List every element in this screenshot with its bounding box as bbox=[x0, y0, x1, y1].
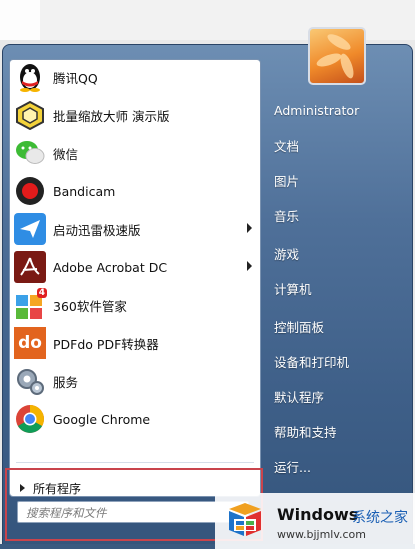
program-label: 启动迅雷极速版 bbox=[53, 222, 141, 238]
divider bbox=[16, 462, 254, 463]
user-name-link[interactable]: Administrator bbox=[274, 99, 406, 121]
desktop-corner bbox=[0, 0, 40, 40]
program-item-bandicam[interactable]: Bandicam bbox=[14, 174, 256, 208]
program-label: 批量缩放大师 演示版 bbox=[53, 108, 170, 124]
bird-icon bbox=[14, 213, 46, 245]
program-label: PDFdo PDF转换器 bbox=[53, 336, 159, 352]
badge-count: 4 bbox=[36, 288, 47, 298]
programs-pane: 腾讯QQ 批量缩放大师 演示版 微信 Bandicam 启动迅雷极速版 Adob… bbox=[9, 59, 261, 497]
acrobat-icon bbox=[14, 251, 46, 283]
record-icon bbox=[14, 175, 46, 207]
help-support-link[interactable]: 帮助和支持 bbox=[274, 420, 406, 442]
cube-icon bbox=[14, 99, 46, 131]
music-link[interactable]: 音乐 bbox=[274, 204, 406, 226]
chrome-icon bbox=[14, 403, 46, 435]
documents-link[interactable]: 文档 bbox=[274, 134, 406, 156]
program-label: 腾讯QQ bbox=[53, 70, 98, 86]
start-menu: 腾讯QQ 批量缩放大师 演示版 微信 Bandicam 启动迅雷极速版 Adob… bbox=[2, 27, 413, 549]
submenu-arrow-icon bbox=[247, 261, 252, 271]
program-item-acrobat[interactable]: Adobe Acrobat DC bbox=[14, 250, 256, 284]
watermark-title: Windows bbox=[277, 505, 359, 524]
program-label: Google Chrome bbox=[53, 411, 151, 427]
program-label: Adobe Acrobat DC bbox=[53, 259, 168, 275]
program-item-services[interactable]: 服务 bbox=[14, 364, 256, 398]
wechat-icon bbox=[14, 137, 46, 169]
gears-icon bbox=[14, 365, 46, 397]
program-item-wechat[interactable]: 微信 bbox=[14, 136, 256, 170]
all-programs-label: 所有程序 bbox=[33, 481, 82, 496]
games-link[interactable]: 游戏 bbox=[274, 242, 406, 264]
control-panel-link[interactable]: 控制面板 bbox=[274, 315, 406, 337]
expand-arrow-icon bbox=[20, 484, 25, 492]
program-item-chrome[interactable]: Google Chrome bbox=[14, 402, 256, 436]
program-item-batch-resize[interactable]: 批量缩放大师 演示版 bbox=[14, 98, 256, 132]
watermark-url: www.bjjmlv.com bbox=[277, 528, 366, 541]
user-avatar[interactable] bbox=[308, 27, 366, 85]
program-item-xunlei[interactable]: 启动迅雷极速版 bbox=[14, 212, 256, 246]
run-link[interactable]: 运行... bbox=[274, 455, 406, 477]
all-programs-button[interactable]: 所有程序 bbox=[18, 480, 248, 496]
grid-icon: 4 bbox=[14, 288, 47, 321]
program-label: Bandicam bbox=[53, 183, 116, 199]
windows-logo-icon bbox=[229, 503, 261, 536]
program-label: 微信 bbox=[53, 146, 79, 162]
program-label: 服务 bbox=[53, 374, 79, 390]
program-item-360[interactable]: 4 360软件管家 bbox=[14, 288, 256, 322]
program-item-pdfdo[interactable]: do PDFdo PDF转换器 bbox=[14, 326, 256, 360]
do-icon: do bbox=[14, 327, 46, 359]
program-item-qq[interactable]: 腾讯QQ bbox=[14, 60, 256, 94]
watermark-cn: 系统之家 bbox=[352, 510, 408, 526]
qq-penguin-icon bbox=[14, 61, 46, 93]
computer-link[interactable]: 计算机 bbox=[274, 277, 406, 299]
devices-printers-link[interactable]: 设备和打印机 bbox=[274, 350, 406, 372]
default-programs-link[interactable]: 默认程序 bbox=[274, 385, 406, 407]
pictures-link[interactable]: 图片 bbox=[274, 169, 406, 191]
program-label: 360软件管家 bbox=[53, 298, 127, 314]
watermark: Windows 系统之家 www.bjjmlv.com bbox=[215, 493, 415, 549]
submenu-arrow-icon bbox=[247, 223, 252, 233]
